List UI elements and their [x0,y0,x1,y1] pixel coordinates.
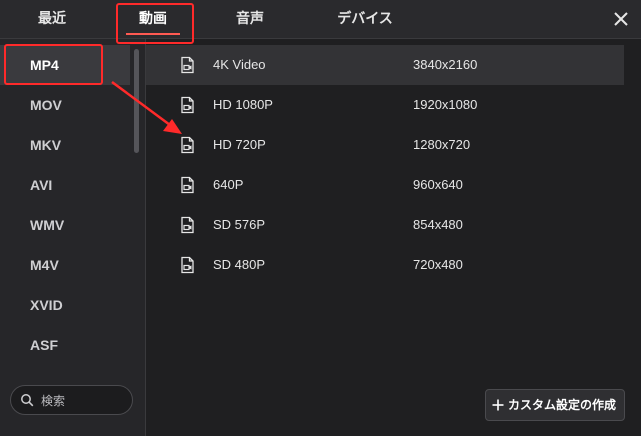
format-label: WMV [30,217,65,233]
preset-name: HD 720P [213,137,266,152]
preset-resolution: 720x480 [413,257,463,272]
close-icon [614,12,628,26]
preset-row[interactable]: SD 480P 720x480 [146,245,624,285]
format-item-asf[interactable]: ASF [0,325,130,365]
preset-resolution: 854x480 [413,217,463,232]
active-tab-underline [126,33,180,35]
sidebar-scrollbar[interactable] [134,49,139,153]
preset-name: 640P [213,177,244,192]
preset-row[interactable]: 640P 960x640 [146,165,624,205]
preset-resolution: 3840x2160 [413,57,478,72]
format-item-wmv[interactable]: WMV [0,205,130,245]
search-box [10,385,133,415]
search-icon [21,394,34,407]
format-label: MP4 [30,57,59,73]
preset-row[interactable]: HD 1080P 1920x1080 [146,85,624,125]
format-item-avi[interactable]: AVI [0,165,130,205]
format-label: ASF [30,337,58,353]
tab-video[interactable]: 動画 [118,0,188,38]
tab-video-label: 動画 [139,11,167,27]
search-input[interactable] [39,391,131,411]
tab-recent[interactable]: 最近 [22,0,82,38]
tab-recent-label: 最近 [38,11,66,27]
format-label: AVI [30,177,53,193]
preset-resolution: 960x640 [413,177,463,192]
preset-row[interactable]: 4K Video 3840x2160 [146,45,624,85]
tab-audio-label: 音声 [236,11,264,27]
video-file-icon [181,176,194,194]
preset-resolution: 1920x1080 [413,97,478,112]
format-sidebar: MP4 MOV MKV AVI WMV M4V XVID ASF [0,39,145,436]
preset-list: 4K Video 3840x2160 HD 1080P 1920x1080 HD… [146,39,641,436]
preset-name: SD 576P [213,217,266,232]
video-file-icon [181,256,194,274]
plus-icon [492,399,504,411]
tab-bar: 最近 動画 音声 デバイス [0,0,641,39]
preset-resolution: 1280x720 [413,137,471,152]
format-item-m4v[interactable]: M4V [0,245,130,285]
video-file-icon [181,56,194,74]
format-label: MKV [30,137,62,153]
tab-audio[interactable]: 音声 [220,0,280,38]
preset-row[interactable]: SD 576P 854x480 [146,205,624,245]
close-button[interactable] [611,9,631,29]
video-file-icon [181,136,194,154]
format-item-xvid[interactable]: XVID [0,285,130,325]
format-label: XVID [30,297,63,313]
preset-name: SD 480P [213,257,266,272]
video-file-icon [181,96,194,114]
preset-name: HD 1080P [213,97,273,112]
preset-row[interactable]: HD 720P 1280x720 [146,125,624,165]
format-label: M4V [30,257,59,273]
tab-device[interactable]: デバイス [320,0,410,38]
tab-device-label: デバイス [337,11,393,27]
create-custom-label: カスタム設定の作成 [508,398,617,412]
format-item-mov[interactable]: MOV [0,85,130,125]
create-custom-button[interactable]: カスタム設定の作成 [485,389,625,421]
preset-name: 4K Video [213,57,266,72]
format-label: MOV [30,97,62,113]
format-item-mkv[interactable]: MKV [0,125,130,165]
format-item-mp4[interactable]: MP4 [0,45,130,85]
video-file-icon [181,216,194,234]
